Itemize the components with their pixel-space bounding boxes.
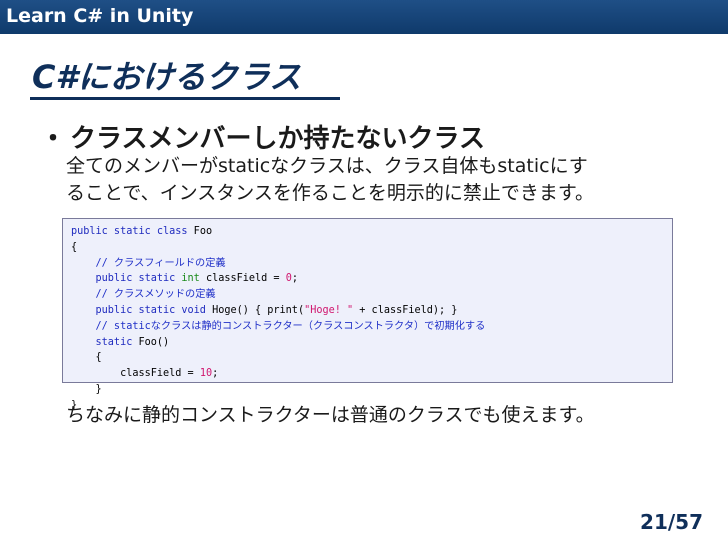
- code-line: {: [71, 240, 672, 256]
- description-line-2: ることで、インスタンスを作ることを明示的に禁止できます。: [66, 182, 595, 204]
- footer-note: ちなみに静的コンストラクターは普通のクラスでも使えます。: [66, 404, 595, 426]
- code-line: public static int classField = 0;: [71, 271, 672, 287]
- description: 全てのメンバーがstaticなクラスは、クラス自体もstaticにす ることで、…: [66, 153, 706, 207]
- code-line: // クラスフィールドの定義: [71, 256, 672, 272]
- code-line: // staticなクラスは静的コンストラクター（クラスコンストラクタ）で初期化…: [71, 319, 672, 335]
- header-title: Learn C# in Unity: [6, 5, 194, 27]
- code-keyword: public static class: [71, 226, 188, 237]
- code-text: ;: [212, 368, 219, 380]
- bullet-mark: ・: [40, 124, 67, 154]
- code-line: public static class Foo: [71, 224, 672, 240]
- code-type: int: [175, 273, 200, 285]
- code-keyword: public static: [71, 273, 176, 285]
- code-block: public static class Foo { // クラスフィールドの定義…: [62, 218, 673, 411]
- bullet-text: クラスメンバーしか持たないクラス: [70, 124, 485, 154]
- code-text: classField =: [71, 368, 200, 380]
- page-number: 21/57: [640, 510, 703, 534]
- code-line: static Foo(): [71, 335, 672, 351]
- title-underline: [30, 97, 340, 100]
- code-text: + classField); }: [353, 304, 458, 316]
- slide-title: C#におけるクラス: [32, 58, 302, 96]
- code-line: public static void Hoge() { print("Hoge!…: [71, 303, 672, 319]
- code-comment: // クラスメソッドの定義: [71, 289, 216, 301]
- code-text: {: [71, 241, 78, 253]
- code-string: "Hoge! ": [304, 304, 354, 316]
- code-text: classField =: [199, 273, 286, 285]
- code-text: ;: [291, 273, 298, 285]
- code-line: classField = 10;: [71, 366, 672, 382]
- code-line: // クラスメソッドの定義: [71, 287, 672, 303]
- code-number: 10: [199, 368, 213, 380]
- code-comment: // クラスフィールドの定義: [71, 257, 226, 269]
- code-comment: // staticなクラスは静的コンストラクター（クラスコンストラクタ）で初期化…: [71, 320, 486, 332]
- header-bar: Learn C# in Unity: [0, 0, 728, 34]
- code-text: Foo(): [132, 336, 170, 348]
- code-keyword: public static void: [71, 304, 206, 316]
- code-line: {: [71, 350, 672, 366]
- code-text: {: [71, 352, 102, 364]
- code-keyword: static: [71, 336, 133, 348]
- bullet-heading: ・クラスメンバーしか持たないクラス: [40, 118, 485, 155]
- code-text: Foo: [187, 226, 213, 237]
- code-text: Hoge() { print(: [205, 304, 305, 316]
- description-line-1: 全てのメンバーがstaticなクラスは、クラス自体もstaticにす: [66, 155, 588, 177]
- code-text: }: [71, 383, 102, 395]
- code-line: }: [71, 382, 672, 398]
